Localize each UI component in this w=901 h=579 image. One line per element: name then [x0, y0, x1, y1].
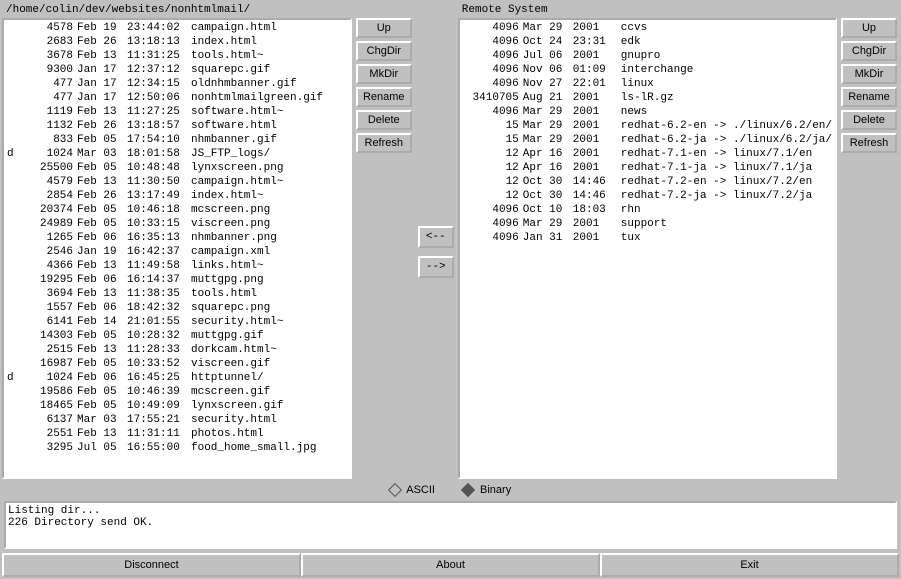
local-panel-row: 4578Feb 1923:44:02campaign.html2683Feb 2…	[2, 18, 414, 479]
about-button[interactable]: About	[301, 553, 600, 577]
transfer-buttons: <-- -->	[416, 2, 456, 479]
diamond-icon	[461, 483, 475, 497]
file-row[interactable]: 12Apr 162001redhat-7.1-ja -> linux/7.1/j…	[461, 161, 834, 175]
file-row[interactable]: 1557Feb 0618:42:32squarepc.png	[5, 301, 349, 315]
exit-button[interactable]: Exit	[600, 553, 899, 577]
local-file-list[interactable]: 4578Feb 1923:44:02campaign.html2683Feb 2…	[2, 18, 352, 479]
file-row[interactable]: 4096Mar 292001news	[461, 105, 834, 119]
file-row[interactable]: 6141Feb 1421:01:55security.html~	[5, 315, 349, 329]
file-row[interactable]: 9300Jan 1712:37:12squarepc.gif	[5, 63, 349, 77]
file-row[interactable]: 1119Feb 1311:27:25software.html~	[5, 105, 349, 119]
local-buttons: Up ChgDir MkDir Rename Delete Refresh	[354, 18, 414, 479]
file-row[interactable]: 477Jan 1712:50:06nonhtmlmailgreen.gif	[5, 91, 349, 105]
file-row[interactable]: 25500Feb 0510:48:48lynxscreen.png	[5, 161, 349, 175]
diamond-icon	[388, 483, 402, 497]
app-root: /home/colin/dev/websites/nonhtmlmail/ 45…	[0, 0, 901, 579]
local-refresh-button[interactable]: Refresh	[356, 133, 412, 153]
file-row[interactable]: 4579Feb 1311:30:50campaign.html~	[5, 175, 349, 189]
disconnect-button[interactable]: Disconnect	[2, 553, 301, 577]
file-row[interactable]: 3694Feb 1311:38:35tools.html	[5, 287, 349, 301]
file-row[interactable]: 2551Feb 1311:31:11photos.html	[5, 427, 349, 441]
file-row[interactable]: 477Jan 1712:34:15oldnhmbanner.gif	[5, 77, 349, 91]
bottom-buttons: Disconnect About Exit	[0, 551, 901, 579]
file-row[interactable]: 20374Feb 0510:46:18mcscreen.png	[5, 203, 349, 217]
binary-radio[interactable]: Binary	[463, 484, 511, 496]
file-row[interactable]: 1132Feb 2613:18:57software.html	[5, 119, 349, 133]
file-row[interactable]: 4096Mar 292001support	[461, 217, 834, 231]
remote-refresh-button[interactable]: Refresh	[841, 133, 897, 153]
remote-chgdir-button[interactable]: ChgDir	[841, 41, 897, 61]
top-area: /home/colin/dev/websites/nonhtmlmail/ 45…	[0, 0, 901, 481]
remote-delete-button[interactable]: Delete	[841, 110, 897, 130]
file-row[interactable]: 833Feb 0517:54:10nhmbanner.gif	[5, 133, 349, 147]
local-delete-button[interactable]: Delete	[356, 110, 412, 130]
file-row[interactable]: 4096Jul 062001gnupro	[461, 49, 834, 63]
file-row[interactable]: 24989Feb 0510:33:15viscreen.png	[5, 217, 349, 231]
file-row[interactable]: 4096Nov 2722:01linux	[461, 77, 834, 91]
file-row[interactable]: 14303Feb 0510:28:32muttgpg.gif	[5, 329, 349, 343]
local-path: /home/colin/dev/websites/nonhtmlmail/	[2, 2, 414, 18]
file-row[interactable]: 4096Oct 1018:03rhn	[461, 203, 834, 217]
remote-mkdir-button[interactable]: MkDir	[841, 64, 897, 84]
file-row[interactable]: 2515Feb 1311:28:33dorkcam.html~	[5, 343, 349, 357]
file-row[interactable]: 3295Jul 0516:55:00food_home_small.jpg	[5, 441, 349, 455]
file-row[interactable]: 18465Feb 0510:49:09lynxscreen.gif	[5, 399, 349, 413]
remote-path: Remote System	[458, 2, 899, 18]
log-output[interactable]: Listing dir... 226 Directory send OK.	[4, 501, 897, 549]
remote-rename-button[interactable]: Rename	[841, 87, 897, 107]
file-row[interactable]: 3410705Aug 212001ls-lR.gz	[461, 91, 834, 105]
transfer-left-button[interactable]: <--	[418, 226, 454, 248]
file-row[interactable]: 4096Oct 2423:31edk	[461, 35, 834, 49]
file-row[interactable]: 2683Feb 2613:18:13index.html	[5, 35, 349, 49]
file-row[interactable]: 6137Mar 0317:55:21security.html	[5, 413, 349, 427]
file-row[interactable]: d1024Mar 0318:01:58JS_FTP_logs/	[5, 147, 349, 161]
file-row[interactable]: 4096Nov 0601:09interchange	[461, 63, 834, 77]
remote-panel: Remote System 4096Mar 292001ccvs4096Oct …	[458, 2, 899, 479]
file-row[interactable]: 12Oct 3014:46redhat-7.2-ja -> linux/7.2/…	[461, 189, 834, 203]
file-row[interactable]: 15Mar 292001redhat-6.2-ja -> ./linux/6.2…	[461, 133, 834, 147]
file-row[interactable]: 4096Mar 292001ccvs	[461, 21, 834, 35]
file-row[interactable]: 12Apr 162001redhat-7.1-en -> linux/7.1/e…	[461, 147, 834, 161]
binary-label: Binary	[480, 484, 511, 496]
local-rename-button[interactable]: Rename	[356, 87, 412, 107]
file-row[interactable]: 19295Feb 0616:14:37muttgpg.png	[5, 273, 349, 287]
transfer-mode-row: ASCII Binary	[0, 481, 901, 499]
file-row[interactable]: 2546Jan 1916:42:37campaign.xml	[5, 245, 349, 259]
ascii-label: ASCII	[406, 484, 435, 496]
file-row[interactable]: 12Oct 3014:46redhat-7.2-en -> linux/7.2/…	[461, 175, 834, 189]
file-row[interactable]: 19586Feb 0510:46:39mcscreen.gif	[5, 385, 349, 399]
remote-panel-row: 4096Mar 292001ccvs4096Oct 2423:31edk4096…	[458, 18, 899, 479]
transfer-right-button[interactable]: -->	[418, 256, 454, 278]
file-row[interactable]: 15Mar 292001redhat-6.2-en -> ./linux/6.2…	[461, 119, 834, 133]
file-row[interactable]: 4096Jan 312001tux	[461, 231, 834, 245]
file-row[interactable]: 4578Feb 1923:44:02campaign.html	[5, 21, 349, 35]
file-row[interactable]: 3678Feb 1311:31:25tools.html~	[5, 49, 349, 63]
file-row[interactable]: 1265Feb 0616:35:13nhmbanner.png	[5, 231, 349, 245]
remote-up-button[interactable]: Up	[841, 18, 897, 38]
file-row[interactable]: 4366Feb 1311:49:58links.html~	[5, 259, 349, 273]
local-up-button[interactable]: Up	[356, 18, 412, 38]
remote-file-list[interactable]: 4096Mar 292001ccvs4096Oct 2423:31edk4096…	[458, 18, 837, 479]
local-panel: /home/colin/dev/websites/nonhtmlmail/ 45…	[2, 2, 414, 479]
file-row[interactable]: d1024Feb 0616:45:25httptunnel/	[5, 371, 349, 385]
file-row[interactable]: 16987Feb 0510:33:52viscreen.gif	[5, 357, 349, 371]
local-chgdir-button[interactable]: ChgDir	[356, 41, 412, 61]
local-mkdir-button[interactable]: MkDir	[356, 64, 412, 84]
remote-buttons: Up ChgDir MkDir Rename Delete Refresh	[839, 18, 899, 479]
ascii-radio[interactable]: ASCII	[390, 484, 435, 496]
file-row[interactable]: 2854Feb 2613:17:49index.html~	[5, 189, 349, 203]
